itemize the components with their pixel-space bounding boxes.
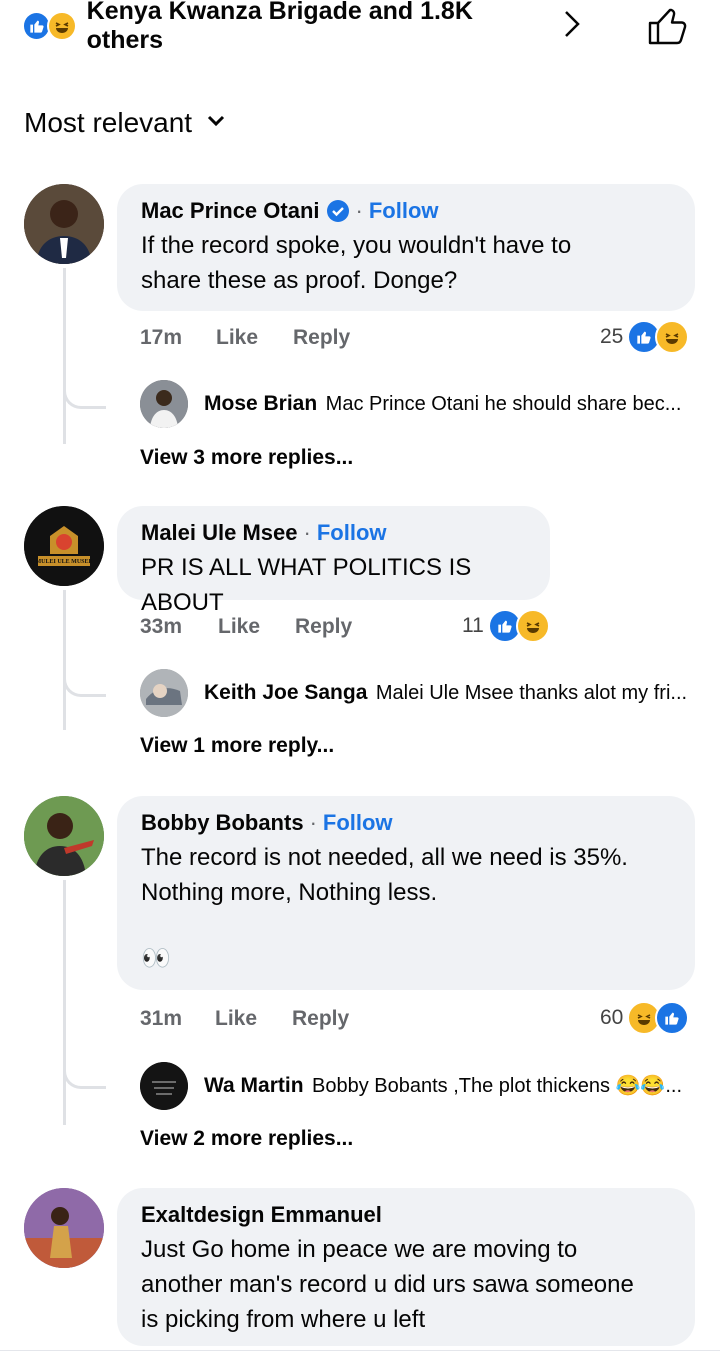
comment-bubble[interactable]: Mac Prince Otani · Follow If the record … <box>117 184 695 311</box>
reaction-count: 11 <box>462 614 484 637</box>
reply-text: Mac Prince Otani he should share bec... <box>325 393 682 415</box>
thumbs-up-outline-icon <box>648 8 687 45</box>
comment-bubble[interactable]: Malei Ule Msee · Follow PR IS ALL WHAT P… <box>117 506 550 616</box>
thread-branch <box>63 660 106 697</box>
haha-icon <box>47 11 77 41</box>
like-icon <box>655 1001 690 1035</box>
comment-reactions[interactable]: 25 <box>600 320 690 354</box>
separator-dot: · <box>309 810 317 835</box>
view-more-replies[interactable]: View 3 more replies... <box>140 446 353 470</box>
reply-author[interactable]: Keith Joe Sanga <box>204 681 367 704</box>
comment-reactions[interactable]: 11 <box>462 609 550 643</box>
haha-icon <box>655 320 690 354</box>
reply-button[interactable]: Reply <box>292 1007 349 1031</box>
thread-branch <box>63 1050 106 1089</box>
comment-author[interactable]: Mac Prince Otani <box>141 198 320 224</box>
chevron-down-icon <box>206 114 226 133</box>
verified-badge-icon <box>326 199 350 223</box>
comment-author[interactable]: Exaltdesign Emmanuel <box>141 1202 382 1227</box>
reply-button[interactable]: Reply <box>293 326 350 350</box>
follow-button[interactable]: Follow <box>317 520 387 546</box>
avatar[interactable] <box>24 796 104 876</box>
comment-author[interactable]: Malei Ule Msee <box>141 520 298 546</box>
comment-bubble[interactable]: Bobby Bobants · Follow The record is not… <box>117 796 695 990</box>
reply-preview[interactable]: Wa Martin Bobby Bobants ,The plot thicke… <box>204 1073 704 1098</box>
like-button[interactable]: Like <box>216 326 258 350</box>
reply-button[interactable]: Reply <box>295 615 352 639</box>
separator-dot: · <box>303 520 311 545</box>
reply-preview[interactable]: Keith Joe Sanga Malei Ule Msee thanks al… <box>204 681 704 705</box>
haha-icon <box>515 609 550 643</box>
reaction-count: 60 <box>600 1006 624 1029</box>
avatar[interactable] <box>24 184 104 264</box>
avatar-text: MULEI ULE MUSEE <box>35 559 93 565</box>
comment-emoji: 👀 <box>141 945 171 972</box>
follow-button[interactable]: Follow <box>369 198 439 224</box>
view-more-replies[interactable]: View 1 more reply... <box>140 734 334 758</box>
view-more-replies[interactable]: View 2 more replies... <box>140 1127 353 1151</box>
thread-line <box>63 268 66 444</box>
comment-time: 31m <box>140 1007 183 1030</box>
comment-text-line: Nothing more, Nothing less. <box>141 879 438 906</box>
comment-bubble[interactable]: Exaltdesign Emmanuel Just Go home in pea… <box>117 1188 695 1346</box>
reply-text: Bobby Bobants ,The plot thickens 😂😂... <box>312 1075 683 1097</box>
reaction-count: 25 <box>600 325 624 348</box>
comment-text-line: share these as proof. Donge? <box>141 267 458 294</box>
comment-reactions[interactable]: 60 <box>600 1001 690 1035</box>
chevron-right-icon <box>562 8 582 45</box>
avatar[interactable] <box>140 380 188 428</box>
comment-author[interactable]: Bobby Bobants <box>141 810 304 836</box>
comment-time: 33m <box>140 615 183 638</box>
sort-label: Most relevant <box>24 107 193 138</box>
like-button[interactable]: Like <box>215 1007 257 1031</box>
follow-button[interactable]: Follow <box>323 810 393 836</box>
comment-text-line: Just Go home in peace we are moving to <box>141 1236 578 1263</box>
avatar[interactable] <box>140 669 188 717</box>
reply-author[interactable]: Mose Brian <box>204 392 317 415</box>
reactions-summary-text: Kenya Kwanza Brigade and 1.8K others <box>86 0 473 54</box>
reply-text: Malei Ule Msee thanks alot my fri... <box>375 682 688 704</box>
avatar[interactable]: MULEI ULE MUSEE <box>24 506 104 586</box>
thread-line <box>63 880 66 1125</box>
comment-text-line: The record is not needed, all we need is… <box>141 844 628 871</box>
sort-dropdown[interactable]: Most relevant <box>24 104 226 142</box>
like-button[interactable]: Like <box>218 615 260 639</box>
comment-time: 17m <box>140 326 183 349</box>
reply-author[interactable]: Wa Martin <box>204 1074 304 1097</box>
avatar[interactable] <box>24 1188 104 1268</box>
separator-dot: · <box>355 198 363 223</box>
avatar[interactable] <box>140 1062 188 1110</box>
comment-text-line: is picking from where u left <box>141 1306 426 1333</box>
bottom-divider <box>0 1350 720 1368</box>
like-post-button[interactable] <box>646 4 690 48</box>
reply-preview[interactable]: Mose Brian Mac Prince Otani he should sh… <box>204 392 704 416</box>
thread-branch <box>63 370 106 409</box>
comment-text-line: If the record spoke, you wouldn't have t… <box>141 232 572 259</box>
comment-text-line: another man's record u did urs sawa some… <box>141 1271 634 1298</box>
reactions-summary[interactable]: Kenya Kwanza Brigade and 1.8K others <box>22 0 582 54</box>
